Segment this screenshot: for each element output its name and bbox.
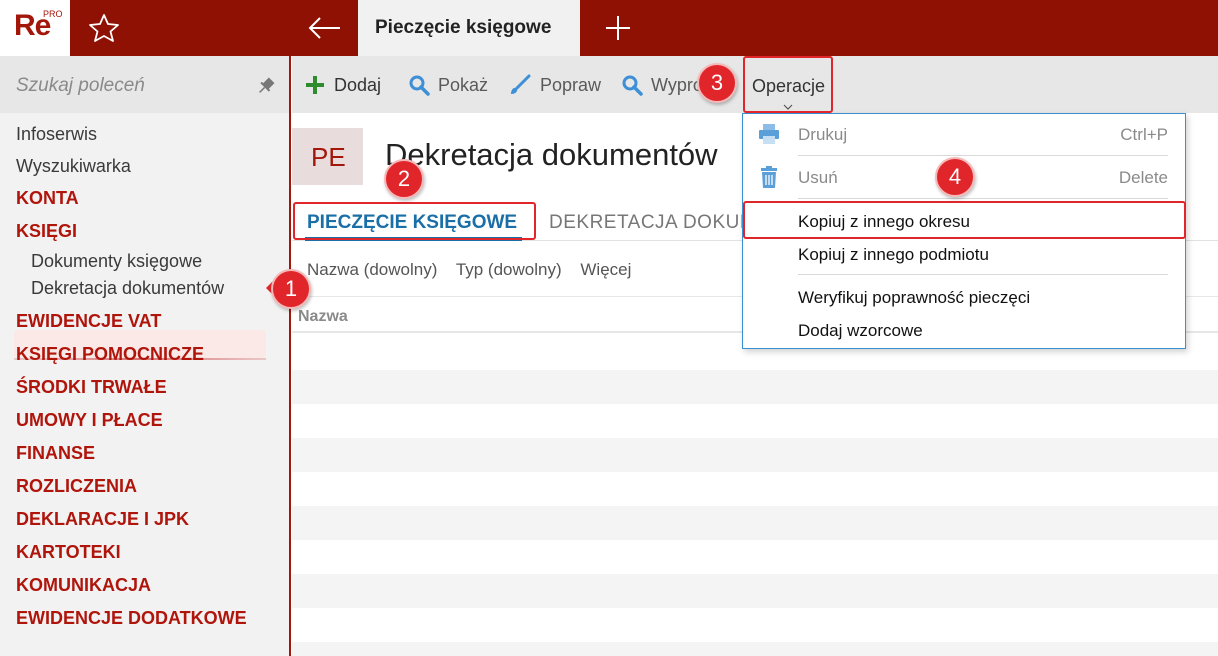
annotation-frame-4 [743,201,1186,239]
delete-shortcut: Delete [1118,168,1168,187]
tab-dekretacja-dokumentow[interactable]: DEKRETACJA DOKUM [549,212,756,234]
table-row[interactable] [292,574,1218,608]
pin-icon[interactable] [255,75,277,97]
sidebar-item-ewidencje-vat[interactable]: EWIDENCJE VAT [16,311,161,332]
add-label: Dodaj [334,74,382,95]
menu-separator [798,155,1168,156]
sidebar-item-dokumenty-ksiegowe[interactable]: Dokumenty księgowe [31,251,202,272]
column-header-name[interactable]: Nazwa [298,308,348,326]
module-badge-text: PE [311,142,346,172]
annotation-frame-3 [743,56,833,113]
edit-button[interactable]: Popraw [508,72,601,98]
sidebar-item-rozliczenia[interactable]: ROZLICZENIA [16,476,137,497]
table-row[interactable] [292,438,1218,472]
menu-item-add-templates[interactable]: Dodaj wzorcowe [798,321,923,341]
sidebar-item-wyszukiwarka[interactable]: Wyszukiwarka [16,156,131,177]
annotation-frame-1 [14,274,268,303]
menu-item-copy-from-entity[interactable]: Kopiuj z innego podmiotu [798,245,989,265]
menu-separator [798,274,1168,275]
filter-more[interactable]: Więcej [580,260,631,279]
sidebar-item-konta[interactable]: KONTA [16,188,79,209]
filter-name[interactable]: Nazwa (dowolny) [307,260,437,279]
tab-pieczecie-ksiegowe[interactable]: Pieczęcie księgowe [358,0,580,56]
sidebar-item-infoserwis[interactable]: Infoserwis [16,124,97,145]
back-arrow-icon[interactable] [300,8,350,48]
module-badge: PE [292,128,363,185]
search-input[interactable] [16,72,236,100]
logo-superscript: PRO [43,9,63,19]
printer-icon [759,124,779,144]
table-row[interactable] [292,540,1218,574]
show-button[interactable]: Pokaż [408,72,488,98]
sidebar-item-deklaracje-i-jpk[interactable]: DEKLARACJE I JPK [16,509,189,530]
sidebar-item-kartoteki[interactable]: KARTOTEKI [16,542,121,563]
table-row[interactable] [292,404,1218,438]
table-row[interactable] [292,506,1218,540]
app-logo[interactable]: Re PRO [0,0,70,56]
filter-type[interactable]: Typ (dowolny) [456,260,562,279]
plus-icon [306,76,324,94]
annotation-badge-3: 3 [697,63,737,103]
magnifier-icon [409,75,430,96]
page-title: Dekretacja dokumentów [385,137,718,172]
sidebar-item-ksiegi-pomocnicze[interactable]: KSIĘGI POMOCNICZE [16,344,204,365]
tab-label: Pieczęcie księgowe [375,17,552,38]
sidebar-item-ewidencje-dodatkowe[interactable]: EWIDENCJE DODATKOWE [16,608,247,629]
trash-icon [761,166,777,188]
table-row[interactable] [292,642,1218,656]
menu-item-print[interactable]: Drukuj [798,125,847,145]
table-row[interactable] [292,472,1218,506]
sidebar-item-ksiegi[interactable]: KSIĘGI [16,221,77,242]
favorites-star-icon[interactable] [84,10,124,46]
table-row[interactable] [292,370,1218,404]
annotation-badge-1: 1 [271,269,311,309]
annotation-badge-4: 4 [935,157,975,197]
sidebar: Infoserwis Wyszukiwarka KONTA KSIĘGI Dok… [0,56,291,656]
menu-item-delete[interactable]: Usuń [798,168,838,188]
print-shortcut: Ctrl+P [1120,125,1168,144]
new-tab-plus-icon[interactable] [598,8,638,48]
magnifier-icon [622,75,643,96]
menu-separator [798,198,1168,199]
command-search [0,56,289,113]
sidebar-item-komunikacja[interactable]: KOMUNIKACJA [16,575,151,596]
edit-label: Popraw [540,74,602,95]
menu-item-verify-stamps[interactable]: Weryfikuj poprawność pieczęci [798,288,1030,308]
add-button[interactable]: Dodaj [304,72,381,98]
show-label: Pokaż [438,74,489,95]
sidebar-item-umowy-i-place[interactable]: UMOWY I PŁACE [16,410,163,431]
annotation-frame-2 [293,202,536,240]
top-bar: Re PRO Pieczęcie księgowe [0,0,1218,56]
brush-icon [511,74,531,94]
table-row[interactable] [292,608,1218,642]
sidebar-item-srodki-trwale[interactable]: ŚRODKI TRWAŁE [16,377,167,398]
filter-bar: Nazwa (dowolny) Typ (dowolny) Więcej [307,260,645,280]
sidebar-item-finanse[interactable]: FINANSE [16,443,95,464]
annotation-badge-2: 2 [384,159,424,199]
